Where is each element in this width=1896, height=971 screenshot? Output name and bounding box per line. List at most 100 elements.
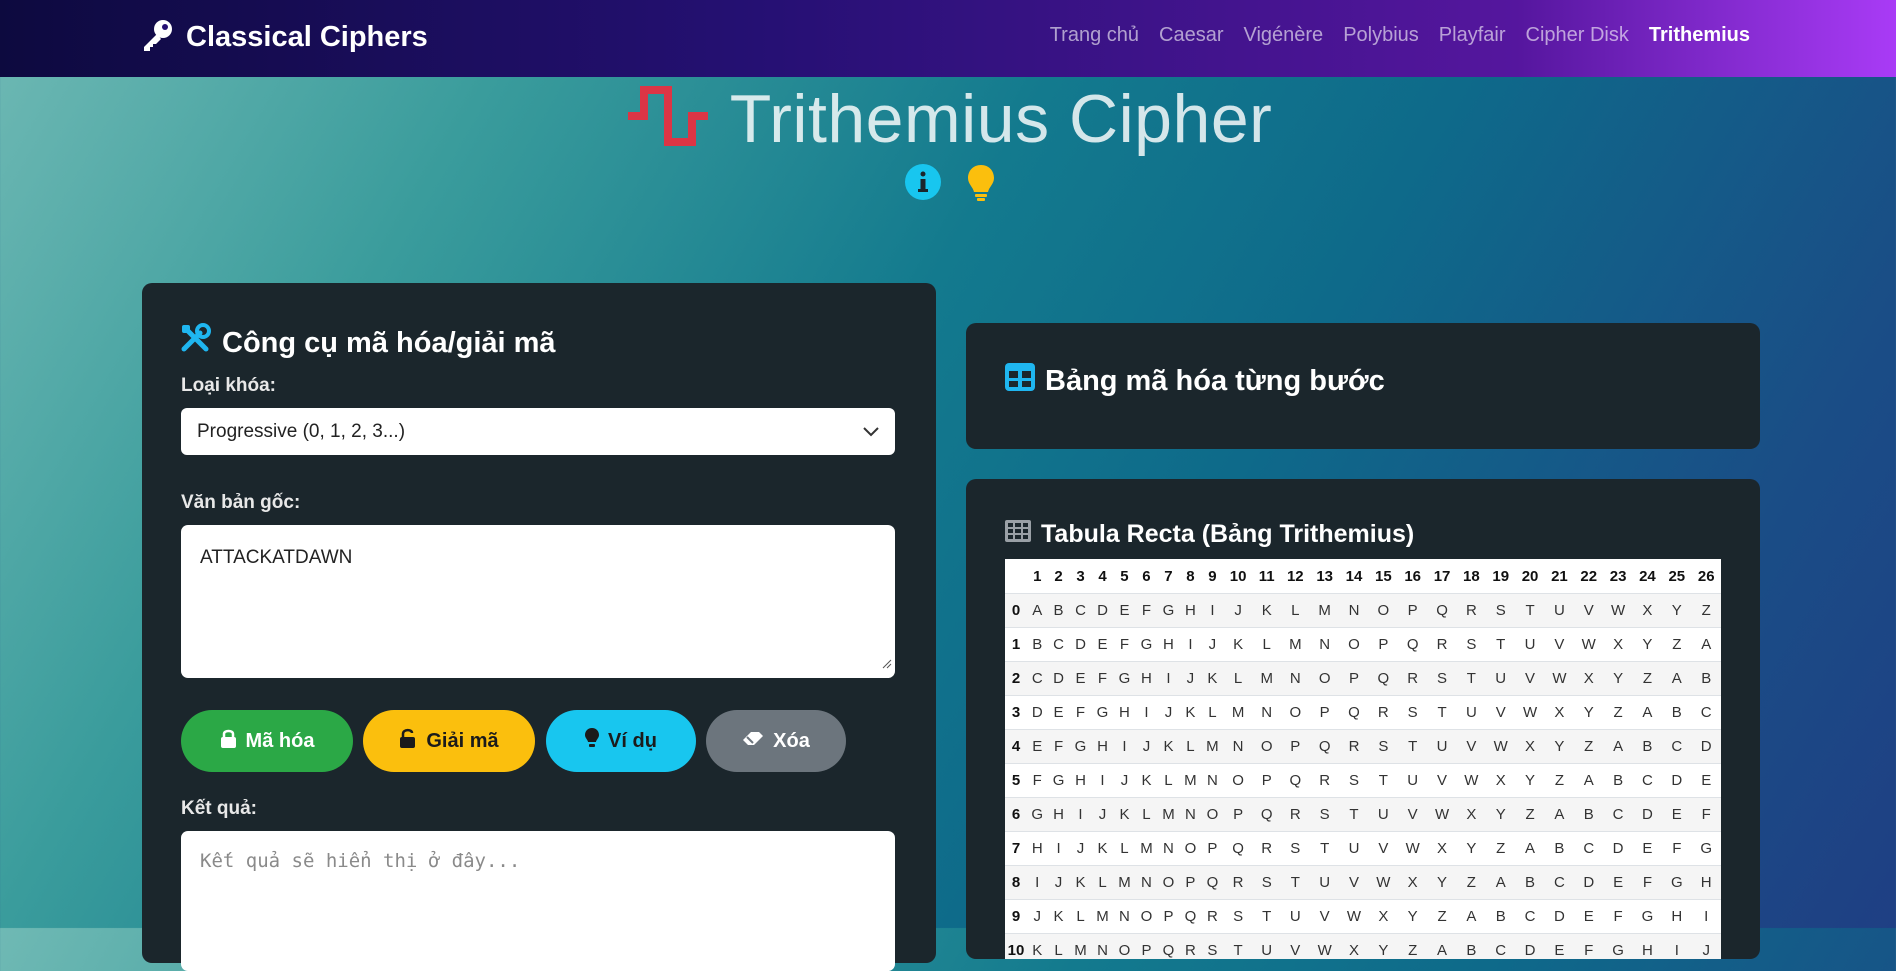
tabula-cell: K [1113,797,1136,832]
tabula-cell: X [1427,831,1457,866]
tabula-cell: W [1456,763,1487,798]
tabula-row: 5FGHIJKLMNOPQRSTUVWXYZABCDE [1005,763,1721,798]
nav-link-home[interactable]: Trang chủ [1050,24,1139,47]
tabula-cell: A [1632,695,1663,730]
nav-link-cipher-disk[interactable]: Cipher Disk [1526,24,1629,47]
tabula-row-header: 6 [1005,797,1027,832]
tabula-cell: B [1691,661,1721,696]
tabula-cell: P [1252,763,1281,798]
tabula-cell: J [1201,627,1224,662]
tabula-column-header: 8 [1186,567,1195,585]
tabula-header-row: 1 2 3 4 5 6 7 8 9 10 11 12 13 14 15 16 17 18 19 20 21 22 23 24 2… [1005,559,1721,594]
decrypt-button[interactable]: Giải mã [363,710,535,772]
hero: Trithemius Cipher [0,80,1896,201]
nav-link-playfair[interactable]: Playfair [1439,24,1506,47]
tabula-cell: V [1368,831,1399,866]
tabula-cell: K [1027,933,1048,959]
tabula-cell: G [1135,627,1158,662]
nav-link-vigenere[interactable]: Vigénère [1243,24,1323,47]
brand[interactable]: Classical Ciphers [140,18,428,57]
tabula-cell: C [1027,661,1048,696]
tabula-cell: T [1427,695,1457,730]
tabula-column-header: 21 [1551,567,1568,585]
tabula-cell: H [1027,831,1048,866]
tabula-cell: N [1135,865,1158,900]
tabula-cell: J [1691,933,1721,959]
tabula-row-header: 4 [1005,729,1027,764]
tabula-cell: U [1427,729,1457,764]
tabula-cell: A [1691,627,1721,662]
result-output[interactable]: Kết quả sẽ hiển thị ở đây... [181,831,895,971]
page-title-group: Trithemius Cipher [624,80,1273,158]
tabula-cell: X [1398,865,1428,900]
tabula-cell: S [1456,627,1487,662]
tabula-cell: H [1157,627,1180,662]
encrypt-button[interactable]: Mã hóa [181,710,353,772]
tabula-cell: C [1691,695,1721,730]
tabula-cell: M [1113,865,1136,900]
tabula-cell: V [1398,797,1428,832]
tabula-cell: X [1515,729,1545,764]
tabula-cell: V [1574,593,1604,628]
nav-link-trithemius[interactable]: Trithemius [1649,24,1750,47]
tabula-cell: W [1368,865,1399,900]
tabula-cell: J [1113,763,1136,798]
tabula-cell: Z [1427,899,1457,934]
tabula-cell: D [1574,865,1604,900]
resize-handle-icon[interactable] [882,653,892,675]
tabula-row: 10 K L M N O P Q R S T U V W X Y Z A B C D E F G H I J [1005,933,1721,959]
tabula-cell: Y [1603,661,1633,696]
tabula-cell: E [1544,933,1575,959]
tabula-column-header: 6 [1142,567,1151,585]
tabula-cell: O [1223,763,1253,798]
tabula-cell: G [1603,933,1633,959]
tabula-cell: F [1662,831,1692,866]
tabula-cell: O [1157,865,1180,900]
tabula-cell: T [1368,763,1399,798]
tabula-row-header: 2 [1005,661,1027,696]
clear-button[interactable]: Xóa [706,710,846,772]
tabula-column-header: 2 [1054,567,1063,585]
unlock-icon [399,728,417,754]
tabula-cell: K [1091,831,1114,866]
tabula-cell: Z [1515,797,1545,832]
tabula-cell: R [1456,593,1487,628]
tabula-header: Tabula Recta (Bảng Trithemius) [1005,520,1414,549]
tabula-cell: I [1027,865,1048,900]
tabula-cell: D [1069,627,1092,662]
tabula-cell: K [1223,627,1253,662]
tabula-row: 4EFGHIJKLMNOPQRSTUVWXYZABCD [1005,729,1721,764]
tabula-cell: H [1662,899,1692,934]
tabula-cell: E [1027,729,1048,764]
tabula-cell: S [1309,797,1340,832]
nav-link-caesar[interactable]: Caesar [1159,24,1223,47]
tabula-cell: O [1309,661,1340,696]
tabula-cell: K [1252,593,1281,628]
example-button[interactable]: Ví dụ [546,710,696,772]
tool-card-header: Công cụ mã hóa/giải mã [180,323,556,363]
tabula-cell: O [1113,933,1136,959]
tabula-cell: U [1515,627,1545,662]
tabula-cell: C [1544,865,1575,900]
tabula-cell: W [1603,593,1633,628]
tabula-column-header: 23 [1609,567,1627,585]
tabula-cell: Y [1427,865,1457,900]
tabula-column-header: 16 [1404,567,1422,585]
tabula-cell: P [1179,865,1202,900]
tabula-recta-card: Tabula Recta (Bảng Trithemius) 123456789… [966,479,1760,959]
nav-link-polybius[interactable]: Polybius [1343,24,1419,47]
tabula-cell: P [1339,661,1369,696]
tabula-row: 1BCDEFGHIJKLMNOPQRSTUVWXYZA [1005,627,1721,662]
info-icon[interactable] [905,164,941,207]
lightbulb-icon[interactable] [967,164,995,207]
key-type-select[interactable]: Progressive (0, 1, 2, 3...) [181,408,895,455]
plaintext-input[interactable]: ATTACKATDAWN [181,525,895,678]
tabula-cell: P [1201,831,1224,866]
table-icon [1005,363,1035,399]
tabula-cell: I [1179,627,1202,662]
tabula-cell: U [1486,661,1516,696]
tabula-cell: W [1544,661,1575,696]
tabula-cell: H [1047,797,1070,832]
tabula-cell: W [1398,831,1428,866]
tabula-cell: T [1398,729,1428,764]
